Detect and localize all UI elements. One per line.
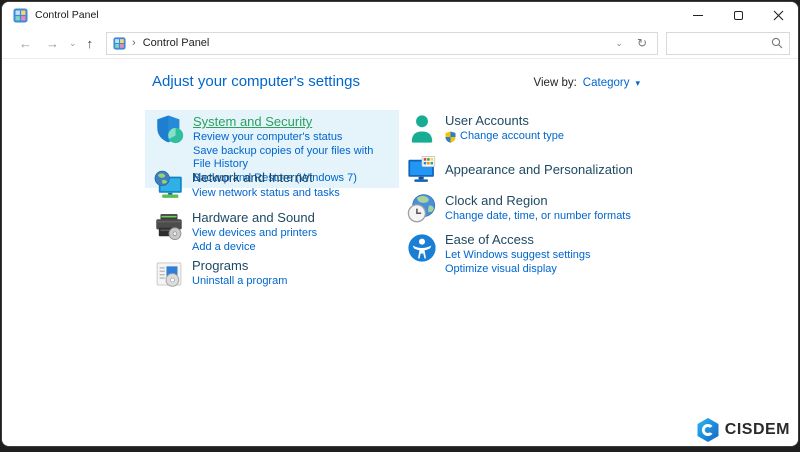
search-icon	[771, 37, 783, 49]
network-monitor-globe-icon	[154, 170, 182, 198]
programs-window-disc-icon	[156, 262, 182, 287]
close-button[interactable]	[758, 2, 798, 28]
history-dropdown-icon[interactable]: ⌄	[66, 38, 80, 49]
titlebar: Control Panel	[2, 2, 798, 28]
refresh-icon[interactable]: ↻	[633, 36, 651, 50]
category-text: Programs Uninstall a program	[192, 257, 287, 291]
search-input[interactable]	[673, 37, 771, 49]
accessibility-person-icon	[408, 234, 436, 262]
view-by-label: View by:	[533, 77, 577, 89]
category-user-accounts[interactable]: User Accounts Change account type	[405, 112, 564, 146]
task-link[interactable]: Add a device	[192, 241, 317, 255]
security-shield-icon	[157, 115, 184, 144]
category-title-link[interactable]: System and Security	[193, 113, 391, 130]
category-appearance-and-personalization[interactable]: Appearance and Personalization	[405, 153, 633, 187]
page-title: Adjust your computer's settings	[152, 73, 360, 90]
globe-clock-icon	[407, 194, 436, 223]
content-area: Adjust your computer's settings View by:…	[2, 59, 798, 445]
task-link[interactable]: Change date, time, or number formats	[445, 210, 631, 224]
forward-icon[interactable]: →	[39, 36, 66, 51]
printer-icon	[156, 214, 182, 241]
category-text: Ease of Access Let Windows suggest setti…	[445, 231, 591, 276]
task-link[interactable]: Optimize visual display	[445, 263, 591, 277]
minimize-icon	[693, 14, 703, 16]
control-panel-icon	[13, 8, 28, 22]
maximize-button[interactable]	[718, 2, 758, 28]
category-text: Hardware and Sound View devices and prin…	[192, 209, 317, 254]
cisdem-watermark: CISDEM	[696, 417, 790, 443]
search-box[interactable]	[666, 31, 790, 55]
category-clock-and-region[interactable]: Clock and Region Change date, time, or n…	[405, 192, 631, 226]
view-by-control: View by: Category ▾	[534, 77, 640, 89]
category-programs[interactable]: Programs Uninstall a program	[152, 257, 287, 291]
back-icon[interactable]: ←	[12, 36, 39, 51]
category-ease-of-access[interactable]: Ease of Access Let Windows suggest setti…	[405, 231, 591, 276]
category-text: Appearance and Personalization	[445, 153, 633, 187]
navigation-bar: ← → ⌄ ↑ › Control Panel ⌄ ↻	[2, 28, 798, 59]
task-link[interactable]: Save backup copies of your files with Fi…	[193, 145, 391, 172]
category-text: User Accounts Change account type	[445, 112, 564, 146]
up-icon[interactable]: ↑	[80, 36, 101, 51]
category-text: Network and Internet View network status…	[192, 169, 340, 203]
task-link-label: Change account type	[460, 130, 564, 142]
breadcrumb-chevron-icon[interactable]: ›	[132, 37, 136, 49]
task-link[interactable]: View devices and printers	[192, 227, 317, 241]
monitor-personalization-icon	[408, 156, 436, 182]
category-title-link[interactable]: Network and Internet	[192, 169, 340, 186]
uac-shield-icon	[445, 131, 456, 143]
address-bar[interactable]: › Control Panel ⌄ ↻	[106, 31, 658, 55]
category-hardware-and-sound[interactable]: Hardware and Sound View devices and prin…	[152, 209, 317, 254]
minimize-button[interactable]	[678, 2, 718, 28]
window-title: Control Panel	[35, 9, 99, 21]
category-title-link[interactable]: Appearance and Personalization	[445, 161, 633, 178]
task-link[interactable]: View network status and tasks	[192, 187, 340, 201]
brand-name: CISDEM	[724, 421, 790, 438]
maximize-icon	[733, 10, 743, 20]
control-panel-window: Control Panel ← → ⌄ ↑ › Control Panel ⌄ …	[1, 1, 799, 447]
address-dropdown-icon[interactable]: ⌄	[605, 38, 633, 49]
category-title-link[interactable]: Clock and Region	[445, 192, 631, 209]
close-icon	[773, 10, 783, 20]
task-link-with-uac[interactable]: Change account type	[445, 130, 564, 144]
chevron-down-icon[interactable]: ▾	[635, 78, 640, 89]
task-link[interactable]: Review your computer's status	[193, 131, 391, 145]
cisdem-logo-icon	[697, 418, 719, 442]
category-title-link[interactable]: Hardware and Sound	[192, 209, 317, 226]
category-network-and-internet[interactable]: Network and Internet View network status…	[152, 169, 340, 203]
breadcrumb-location[interactable]: Control Panel	[143, 37, 210, 49]
category-title-link[interactable]: Ease of Access	[445, 231, 591, 248]
category-text: Clock and Region Change date, time, or n…	[445, 192, 631, 226]
user-silhouette-icon	[411, 115, 433, 143]
control-panel-location-icon	[113, 36, 126, 50]
category-title-link[interactable]: Programs	[192, 257, 287, 274]
view-by-dropdown[interactable]: Category	[583, 77, 630, 89]
window-controls	[678, 2, 798, 28]
category-title-link[interactable]: User Accounts	[445, 112, 564, 129]
task-link[interactable]: Uninstall a program	[192, 275, 287, 289]
task-link[interactable]: Let Windows suggest settings	[445, 249, 591, 263]
